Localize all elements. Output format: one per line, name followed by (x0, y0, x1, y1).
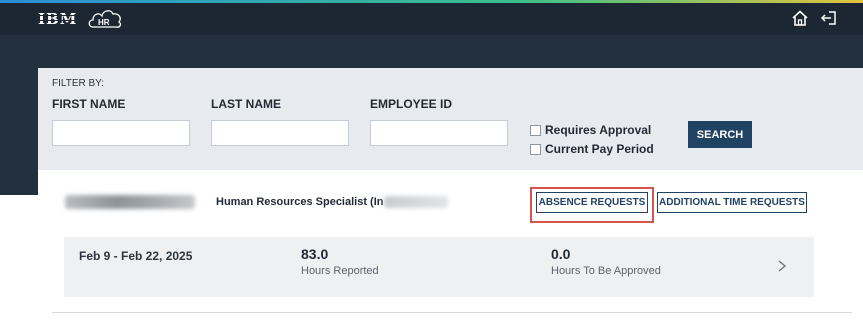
employee-id-input[interactable] (370, 120, 508, 146)
current-pay-period-option[interactable]: Current Pay Period (530, 141, 654, 157)
logo-stripe (38, 15, 78, 16)
filter-panel: FILTER BY: FIRST NAME LAST NAME EMPLOYEE… (38, 68, 863, 170)
top-accent-stripe (0, 0, 863, 3)
employee-card: Human Resources Specialist (In ABSENCE R… (38, 170, 863, 322)
hours-reported-value: 83.0 (301, 246, 329, 262)
first-name-input[interactable] (52, 120, 190, 146)
ibm-logo: IBM (38, 10, 78, 28)
job-title-redacted (384, 196, 448, 208)
hr-logo-text: HR (98, 18, 110, 27)
requires-approval-checkbox[interactable] (530, 124, 541, 136)
top-bar: IBM HR (0, 0, 863, 35)
current-pay-period-label: Current Pay Period (545, 142, 654, 156)
first-name-label: FIRST NAME (52, 97, 126, 111)
absence-requests-button[interactable]: ABSENCE REQUESTS (536, 192, 648, 213)
requires-approval-option[interactable]: Requires Approval (530, 122, 651, 138)
hr-cloud-logo-icon: HR (88, 10, 122, 28)
pay-period-dates: Feb 9 - Feb 22, 2025 (79, 249, 193, 263)
search-button[interactable]: SEARCH (688, 121, 752, 148)
logo-stripe (38, 20, 78, 21)
hours-to-approve-label: Hours To Be Approved (551, 265, 661, 277)
hours-to-approve-value: 0.0 (551, 246, 571, 262)
filter-title: FILTER BY: (52, 78, 105, 89)
last-name-label: LAST NAME (211, 97, 281, 111)
home-icon[interactable] (791, 9, 809, 27)
ibm-logo-text: IBM (38, 10, 78, 28)
job-title: Human Resources Specialist (In (216, 196, 384, 208)
hours-reported-label: Hours Reported (301, 265, 379, 277)
additional-time-requests-button[interactable]: ADDITIONAL TIME REQUESTS (657, 192, 807, 213)
current-pay-period-checkbox[interactable] (530, 143, 541, 155)
employee-name-redacted (65, 195, 195, 209)
pay-period-row[interactable]: Feb 9 - Feb 22, 2025 83.0 Hours Reported… (64, 237, 814, 297)
chevron-right-icon[interactable] (776, 258, 788, 274)
last-name-input[interactable] (211, 120, 349, 146)
employee-id-label: EMPLOYEE ID (370, 97, 453, 111)
requires-approval-label: Requires Approval (545, 123, 652, 137)
card-divider (52, 312, 852, 313)
logout-icon[interactable] (820, 9, 838, 27)
